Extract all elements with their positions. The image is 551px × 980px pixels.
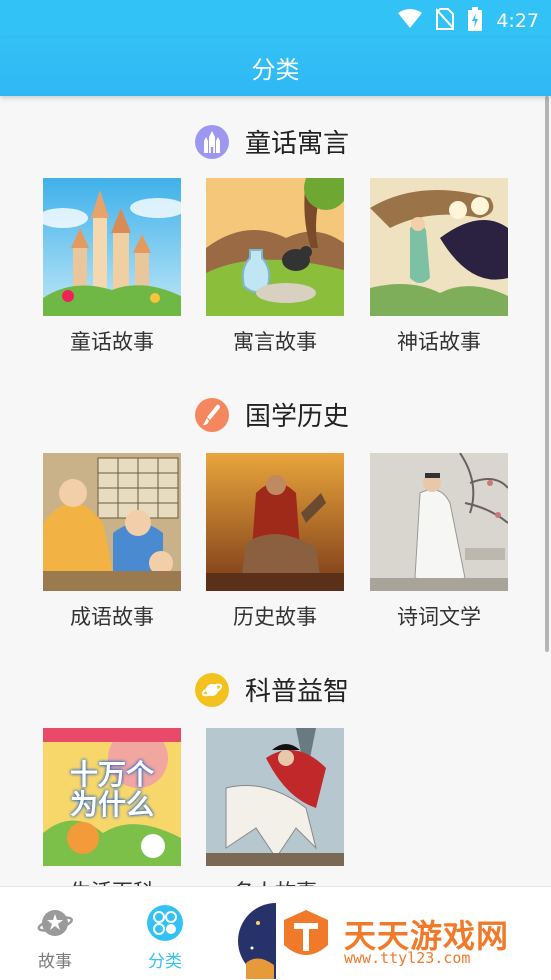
encyclopedia-book-image: 十万个 为什么	[43, 728, 181, 866]
planet-star-icon	[37, 905, 73, 941]
section-title: 国学历史	[245, 402, 350, 432]
category-label: 历史故事	[233, 605, 317, 629]
watermark: 天天游戏网 www.ttyl23.com	[276, 905, 546, 971]
idiom-story-image	[43, 453, 181, 591]
battery-charging-icon	[468, 7, 483, 35]
section-header-science: 科普益智	[0, 671, 551, 715]
category-list[interactable]: 童话寓言 童话故事 寓言故事 神话故事 国学历史 成语故事 历史故事 诗词文学 …	[0, 96, 551, 886]
tab-label: 分类	[148, 952, 182, 972]
castle-icon	[195, 124, 229, 159]
category-card-poetry[interactable]: 诗词文学	[370, 453, 508, 631]
book-title-text: 十万个 为什么	[69, 758, 154, 821]
category-label: 成语故事	[70, 605, 154, 629]
app-bar: 分类	[0, 38, 551, 96]
category-card-fable[interactable]: 寓言故事	[206, 178, 344, 356]
night-sky-tab-icon[interactable]	[238, 903, 276, 979]
celebrity-napoleon-image	[206, 728, 344, 866]
section-title: 童话寓言	[245, 129, 350, 159]
myth-goddess-image	[370, 178, 508, 316]
section-header-fairy-tales: 童话寓言	[0, 123, 551, 167]
watermark-url: www.ttyl23.com	[344, 949, 471, 967]
category-card-celebrity[interactable]: 名人故事	[206, 728, 344, 886]
section-header-chinese-history: 国学历史	[0, 396, 551, 440]
category-label: 寓言故事	[233, 330, 317, 354]
category-grid-icon	[147, 905, 183, 941]
category-label: 童话故事	[70, 330, 154, 354]
brush-icon	[195, 397, 229, 432]
tab-story[interactable]: 故事	[15, 887, 95, 980]
status-bar: 4:27	[0, 0, 551, 38]
planet-icon	[195, 672, 229, 707]
category-label: 神话故事	[397, 330, 481, 354]
poetry-scholar-image	[370, 453, 508, 591]
category-label: 名人故事	[206, 876, 344, 886]
category-card-encyclopedia[interactable]: 十万个 为什么 生活百科	[43, 728, 181, 886]
category-card-history[interactable]: 历史故事	[206, 453, 344, 631]
status-time: 4:27	[496, 10, 539, 32]
category-label: 诗词文学	[397, 605, 481, 629]
tab-category[interactable]: 分类	[125, 887, 205, 980]
category-card-myth[interactable]: 神话故事	[370, 178, 508, 356]
category-card-idiom[interactable]: 成语故事	[43, 453, 181, 631]
fable-crow-pitcher-image	[206, 178, 344, 316]
wifi-icon	[398, 9, 423, 33]
tab-label: 故事	[38, 952, 72, 972]
no-sim-icon	[435, 8, 456, 34]
page-title: 分类	[251, 56, 300, 84]
scrollbar[interactable]	[545, 96, 549, 652]
category-card-fairy-tale[interactable]: 童话故事	[43, 178, 181, 356]
category-label: 生活百科	[43, 876, 181, 886]
fairy-tale-castle-image	[43, 178, 181, 316]
history-warrior-image	[206, 453, 344, 591]
section-title: 科普益智	[245, 677, 350, 707]
